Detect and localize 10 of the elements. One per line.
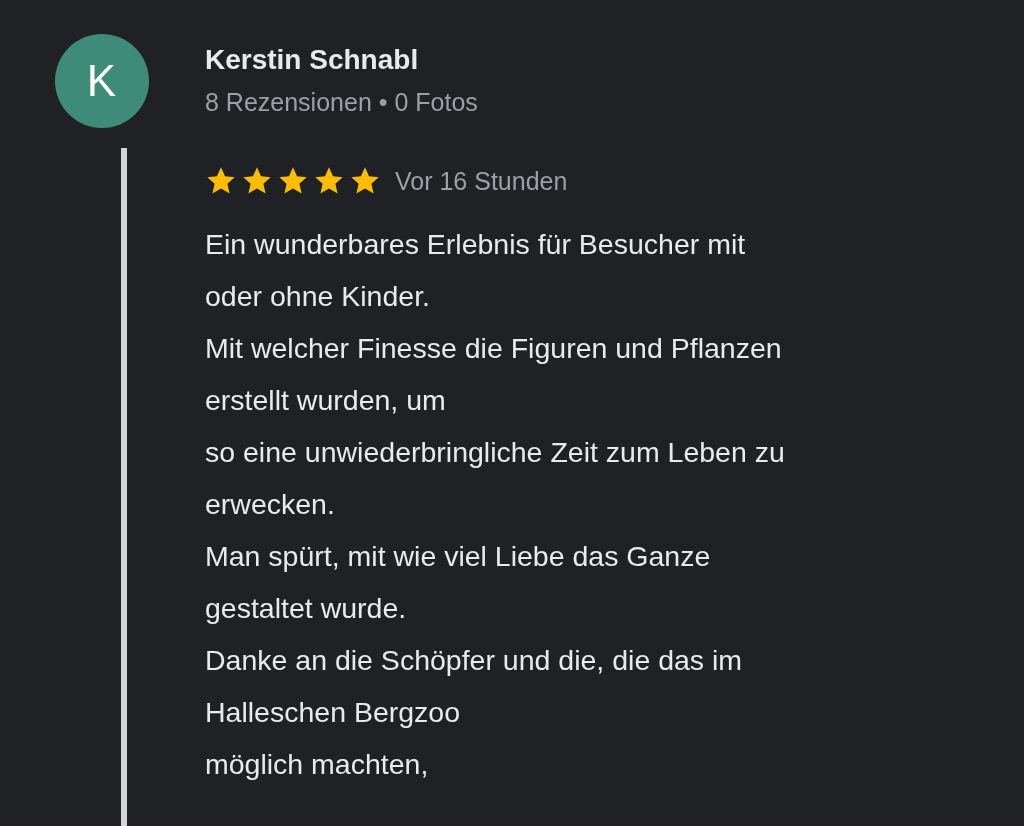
star-icon — [205, 166, 237, 196]
author-meta: 8 Rezensionen • 0 Fotos — [205, 87, 478, 118]
review-time: Vor 16 Stunden — [395, 166, 568, 196]
avatar: K — [54, 34, 149, 128]
star-icon — [349, 166, 381, 196]
star-icon — [241, 166, 273, 196]
author-name[interactable]: Kerstin Schnabl — [205, 42, 419, 78]
star-icon — [277, 166, 309, 196]
review-text: Ein wunderbares Erlebnis für Besucher mit oder ohne Kinder. Mit welcher Finesse die Figuren und Pflanzen erstellt wurden, um so eine unwiederbringliche Zeit zum Leben zu erwecken. Man spürt, mit wie viel Liebe das Ganze gestaltet wurde. Danke an die Schöpfer und die, die das im Halleschen Bergzoo möglich machten, — [205, 227, 785, 782]
star-icon — [313, 166, 345, 196]
